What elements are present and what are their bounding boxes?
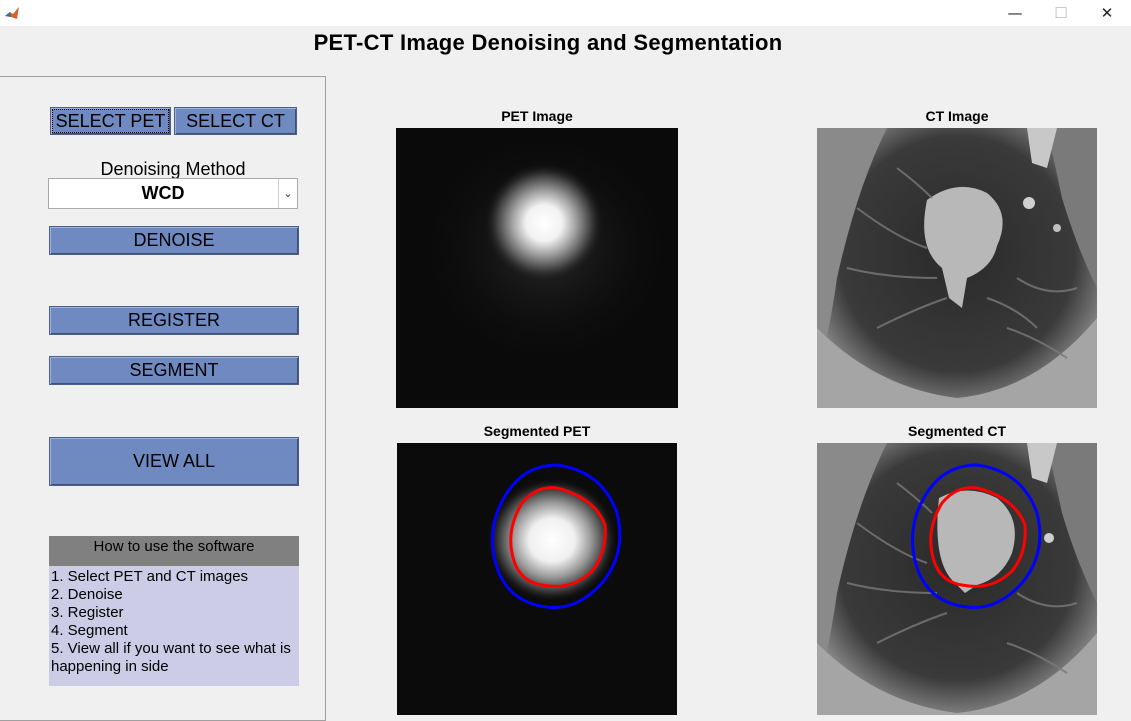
window-titlebar: — ☐ ✕ (0, 0, 1131, 26)
maximize-button[interactable]: ☐ (1038, 0, 1084, 26)
segment-button[interactable]: SEGMENT (49, 356, 299, 385)
segmented-ct-image (817, 443, 1097, 715)
help-step: 3. Register (51, 604, 124, 621)
segmented-ct-title: Segmented CT (907, 423, 1006, 439)
denoising-method-select[interactable]: WCD ⌄ (48, 178, 298, 209)
help-step: 5. View all if you want to see what is h… (51, 640, 291, 675)
denoise-button[interactable]: DENOISE (49, 226, 299, 255)
denoising-method-label: Denoising Method (100, 159, 246, 179)
segmented-pet-image (397, 443, 677, 715)
help-step: 4. Segment (51, 622, 128, 639)
select-pet-button[interactable]: SELECT PET (50, 107, 171, 135)
register-button[interactable]: REGISTER (49, 306, 299, 335)
pet-image (396, 128, 678, 408)
segmented-pet-title: Segmented PET (483, 423, 591, 439)
help-instructions: 1. Select PET and CT images 2. Denoise 3… (49, 566, 299, 686)
select-ct-button[interactable]: SELECT CT (174, 107, 297, 135)
chevron-down-icon[interactable]: ⌄ (278, 179, 297, 208)
view-all-button[interactable]: VIEW ALL (49, 437, 299, 486)
ct-image (817, 128, 1097, 408)
ct-image-title: CT Image (925, 108, 989, 124)
close-button[interactable]: ✕ (1084, 0, 1130, 26)
pet-image-title: PET Image (501, 108, 573, 124)
help-step: 1. Select PET and CT images (51, 568, 249, 585)
help-step: 2. Denoise (51, 586, 123, 603)
help-header: How to use the software (49, 536, 299, 566)
matlab-icon[interactable] (4, 5, 20, 21)
minimize-button[interactable]: — (992, 0, 1038, 26)
app-title: PET-CT Image Denoising and Segmentation (313, 30, 783, 55)
denoising-method-value: WCD (141, 183, 185, 203)
